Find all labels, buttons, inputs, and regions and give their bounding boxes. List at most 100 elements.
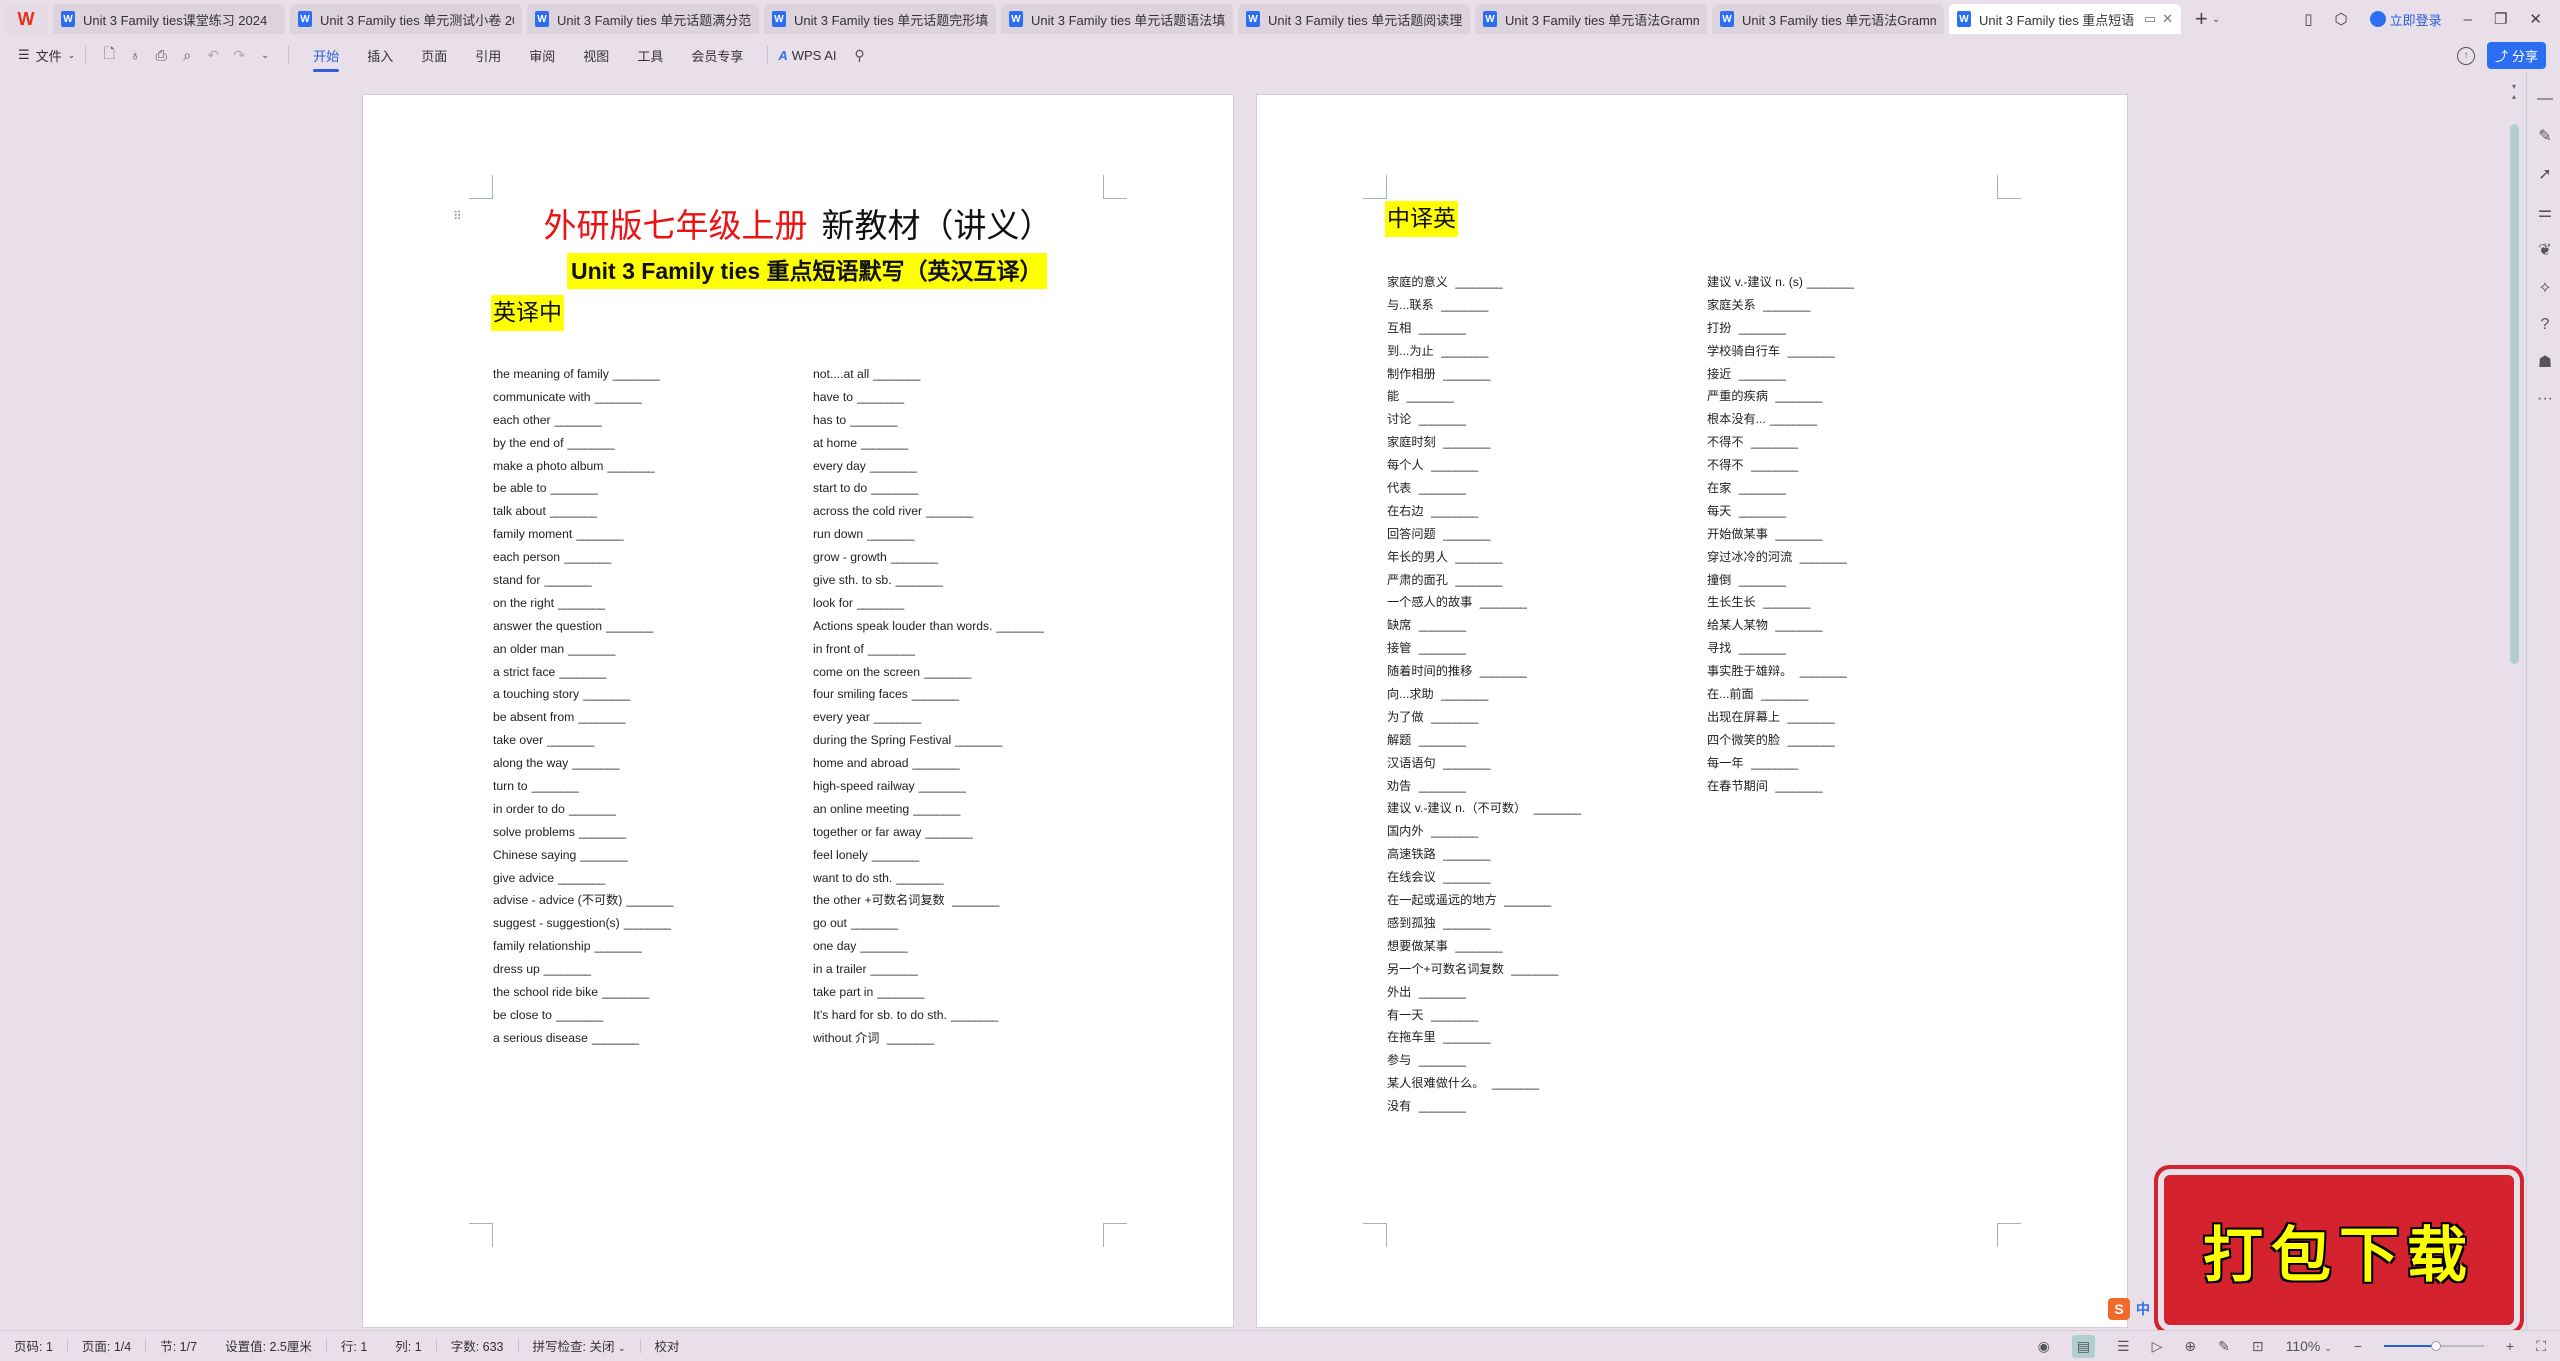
answer-blank[interactable]: ________: [1443, 756, 1490, 770]
answer-blank[interactable]: ________: [1807, 275, 1854, 289]
answer-blank[interactable]: ________: [567, 436, 614, 450]
answer-blank[interactable]: ________: [1419, 985, 1466, 999]
answer-blank[interactable]: ________: [568, 642, 615, 656]
wps-ai-button[interactable]: A WPS AI: [778, 48, 836, 63]
answer-blank[interactable]: ________: [925, 825, 972, 839]
answer-blank[interactable]: ________: [1441, 344, 1488, 358]
proofread-button[interactable]: 校对: [641, 1336, 694, 1355]
answer-blank[interactable]: ________: [924, 665, 971, 679]
answer-blank[interactable]: ________: [1419, 618, 1466, 632]
answer-blank[interactable]: ________: [572, 756, 619, 770]
answer-blank[interactable]: ________: [1441, 687, 1488, 701]
answer-blank[interactable]: ________: [1443, 1030, 1490, 1044]
answer-blank[interactable]: ________: [1775, 618, 1822, 632]
answer-blank[interactable]: ________: [861, 436, 908, 450]
document-tab[interactable]: W Unit 3 Family ties 单元话题完形填空: [764, 4, 996, 34]
minimize-button[interactable]: –: [2464, 11, 2472, 28]
answer-blank[interactable]: ________: [1431, 1008, 1478, 1022]
answer-blank[interactable]: ________: [1419, 733, 1466, 747]
ribbon-tab[interactable]: 引用: [475, 46, 501, 65]
answer-blank[interactable]: ________: [532, 779, 579, 793]
answer-blank[interactable]: ________: [1443, 527, 1490, 541]
settings-sliders-icon[interactable]: ⚌: [2538, 202, 2552, 222]
pointer-icon[interactable]: ➚: [2538, 164, 2551, 184]
ribbon-tab[interactable]: 审阅: [529, 46, 555, 65]
answer-blank[interactable]: ________: [1431, 458, 1478, 472]
answer-blank[interactable]: ________: [1763, 595, 1810, 609]
answer-blank[interactable]: ________: [1770, 412, 1817, 426]
answer-blank[interactable]: ________: [569, 802, 616, 816]
answer-blank[interactable]: ________: [1739, 573, 1786, 587]
outline-view-icon[interactable]: ☰: [2117, 1338, 2130, 1355]
status-setting[interactable]: 设置值: 2.5厘米: [211, 1336, 326, 1355]
answer-blank[interactable]: ________: [1431, 710, 1478, 724]
answer-blank[interactable]: ________: [1800, 550, 1847, 564]
more-chevron-icon[interactable]: ⌄: [252, 50, 278, 61]
answer-blank[interactable]: ________: [1480, 595, 1527, 609]
document-canvas[interactable]: ⠿ 外研版七年级上册 新教材（讲义） Unit 3 Family ties 重点短…: [0, 72, 2490, 1330]
tablet-mode-icon[interactable]: ▯: [2304, 10, 2312, 28]
status-page-num[interactable]: 页码: 1: [0, 1336, 67, 1355]
answer-blank[interactable]: ________: [626, 893, 673, 907]
answer-blank[interactable]: ________: [1431, 504, 1478, 518]
print-preview-icon[interactable]: ⌕: [174, 47, 200, 64]
answer-blank[interactable]: ________: [1788, 733, 1835, 747]
document-tab[interactable]: W Unit 3 Family ties 单元话题满分范文: [527, 4, 759, 34]
share-button[interactable]: ⤴ 分享: [2486, 42, 2546, 69]
answer-blank[interactable]: ________: [1419, 321, 1466, 335]
answer-blank[interactable]: ________: [1763, 298, 1810, 312]
answer-blank[interactable]: ________: [868, 642, 915, 656]
fullscreen-icon[interactable]: ⛶: [2536, 1338, 2546, 1355]
answer-blank[interactable]: ________: [1775, 779, 1822, 793]
answer-blank[interactable]: ________: [873, 367, 920, 381]
document-tab[interactable]: W Unit 3 Family ties 单元语法Gramm: [1712, 4, 1944, 34]
new-tab-button[interactable]: +: [2195, 6, 2208, 32]
status-row[interactable]: 行: 1: [327, 1336, 381, 1355]
answer-blank[interactable]: ________: [851, 916, 898, 930]
status-word-count[interactable]: 字数: 633: [437, 1336, 518, 1355]
answer-blank[interactable]: ________: [1511, 962, 1558, 976]
ribbon-tab[interactable]: 会员专享: [691, 46, 743, 65]
answer-blank[interactable]: ________: [1775, 389, 1822, 403]
answer-blank[interactable]: ________: [1788, 710, 1835, 724]
answer-blank[interactable]: ________: [871, 962, 918, 976]
ribbon-tab[interactable]: 工具: [637, 46, 663, 65]
answer-blank[interactable]: ________: [1443, 435, 1490, 449]
eye-protection-icon[interactable]: ◉: [2038, 1338, 2050, 1355]
close-window-button[interactable]: ✕: [2529, 10, 2542, 28]
answer-blank[interactable]: ________: [558, 596, 605, 610]
answer-blank[interactable]: ________: [1407, 389, 1454, 403]
answer-blank[interactable]: ________: [1443, 847, 1490, 861]
zoom-in-button[interactable]: +: [2506, 1338, 2514, 1354]
answer-blank[interactable]: ________: [1419, 412, 1466, 426]
answer-blank[interactable]: ________: [613, 367, 660, 381]
answer-blank[interactable]: ________: [1739, 504, 1786, 518]
style-brush-icon[interactable]: ❦: [2538, 240, 2551, 260]
answer-blank[interactable]: ________: [912, 687, 959, 701]
zoom-slider[interactable]: [2384, 1340, 2484, 1352]
status-section[interactable]: 节: 1/7: [146, 1336, 211, 1355]
undo-icon[interactable]: ↶: [200, 47, 226, 64]
document-tab[interactable]: W Unit 3 Family ties课堂练习 2024: [53, 4, 285, 34]
answer-blank[interactable]: ________: [1751, 458, 1798, 472]
answer-blank[interactable]: ________: [1775, 527, 1822, 541]
answer-blank[interactable]: ________: [867, 527, 914, 541]
answer-blank[interactable]: ________: [551, 481, 598, 495]
answer-blank[interactable]: ________: [1480, 664, 1527, 678]
magic-tools-icon[interactable]: ✧: [2538, 278, 2551, 298]
ribbon-tab[interactable]: 插入: [367, 46, 393, 65]
answer-blank[interactable]: ________: [607, 459, 654, 473]
pen-mode-icon[interactable]: ✎: [2218, 1338, 2230, 1355]
answer-blank[interactable]: ________: [850, 413, 897, 427]
answer-blank[interactable]: ________: [1455, 550, 1502, 564]
answer-blank[interactable]: ________: [1534, 801, 1581, 815]
answer-blank[interactable]: ________: [550, 504, 597, 518]
theme-shirt-icon[interactable]: ☗: [2538, 352, 2552, 372]
answer-blank[interactable]: ________: [1800, 664, 1847, 678]
answer-blank[interactable]: ________: [1788, 344, 1835, 358]
ime-toolbar[interactable]: S 中: [2108, 1298, 2150, 1320]
scroll-up-arrows-icon[interactable]: ▾ ▴: [2508, 82, 2520, 102]
answer-blank[interactable]: ________: [1739, 481, 1786, 495]
document-tab[interactable]: W Unit 3 Family ties 单元话题阅读理解: [1238, 4, 1470, 34]
answer-blank[interactable]: ________: [874, 710, 921, 724]
